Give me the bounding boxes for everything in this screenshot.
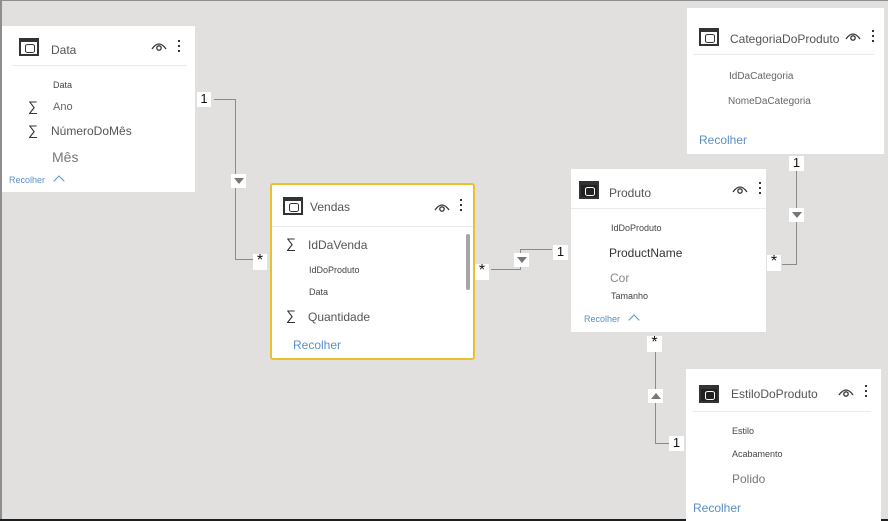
relationship-line[interactable] [214,99,235,100]
filter-direction-arrow[interactable] [514,253,529,267]
card-header[interactable]: CategoriaDoProduto [687,8,884,55]
table-card-produto[interactable]: Produto IdDoProduto ProductName Cor Tama… [571,169,766,332]
card-header[interactable]: EstiloDoProduto [686,369,881,412]
field-item[interactable]: IdDaCategoria [729,71,793,82]
divider [692,411,871,412]
arrow-down-icon [792,212,802,218]
field-item[interactable]: NomeDaCategoria [728,96,811,107]
field-item[interactable]: Data [53,80,72,90]
sigma-icon: ∑ [28,98,38,114]
field-item[interactable]: Cor [610,271,629,285]
table-icon [699,385,719,403]
collapse-button[interactable]: Recolher [9,175,65,187]
eye-icon[interactable] [434,202,450,212]
relationship-line[interactable] [655,443,669,444]
filter-direction-arrow[interactable] [789,208,804,222]
card-title: EstiloDoProduto [731,387,818,401]
filter-direction-arrow[interactable] [648,389,663,403]
field-item[interactable]: Tamanho [611,291,648,301]
arrow-up-icon [651,393,661,399]
card-title: Data [51,43,77,57]
field-item[interactable]: Mês [52,149,78,165]
field-item[interactable]: Estilo [732,426,754,436]
cardinality-many: * [253,253,267,270]
field-item[interactable]: IdDaVenda [308,238,367,252]
cardinality-many: * [475,263,489,280]
field-item[interactable]: IdDoProduto [611,223,662,233]
field-item[interactable]: Data [309,287,328,297]
sigma-icon: ∑ [28,122,38,138]
chevron-up-icon [53,175,65,187]
divider [272,226,473,227]
more-options-icon[interactable] [864,385,868,401]
eye-icon[interactable] [838,387,854,397]
collapse-label: Recolher [9,175,46,185]
card-header[interactable]: Produto [571,169,766,209]
collapse-label: Recolher [584,314,621,324]
cardinality-one: 1 [553,245,568,260]
filter-direction-arrow[interactable] [231,174,246,188]
canvas-border [0,0,888,1]
table-card-data[interactable]: Data Data ∑ Ano ∑ NúmeroDoMês Mês Recolh… [2,26,195,192]
collapse-label: Recolher [293,338,342,352]
cardinality-many: * [647,335,662,352]
arrow-down-icon [517,257,527,263]
table-icon [19,38,39,56]
more-options-icon[interactable] [871,30,875,46]
collapse-button[interactable]: Recolher [584,314,640,326]
eye-icon[interactable] [845,31,861,41]
field-item[interactable]: Polido [732,472,765,486]
table-card-vendas[interactable]: Vendas ∑ IdDaVenda IdDoProduto Data ∑ Qu… [270,183,475,360]
relationship-line[interactable] [235,259,253,260]
field-item[interactable]: IdDoProduto [309,265,360,275]
table-card-categoria-do-produto[interactable]: CategoriaDoProduto IdDaCategoria NomeDaC… [687,8,884,154]
divider [571,208,766,209]
cardinality-one: 1 [197,92,211,107]
collapse-button[interactable]: Recolher [699,133,747,147]
eye-icon[interactable] [151,41,167,51]
more-options-icon[interactable] [758,182,762,198]
table-card-estilo-do-produto[interactable]: EstiloDoProduto Estilo Acabamento Polido… [686,369,881,521]
card-header[interactable]: Data [2,26,195,66]
relationship-line[interactable] [520,249,552,250]
card-title: Vendas [310,200,351,214]
table-icon [579,181,599,199]
collapse-label: Recolher [693,501,742,515]
table-icon [283,197,303,215]
field-item[interactable]: Acabamento [732,449,783,459]
eye-icon[interactable] [732,184,748,194]
more-options-icon[interactable] [459,199,463,215]
card-header[interactable]: Vendas [272,185,473,227]
field-item[interactable]: ProductName [609,246,682,260]
divider [12,65,187,66]
scrollbar[interactable] [466,234,470,290]
table-icon [699,28,719,46]
chevron-up-icon [628,314,640,326]
collapse-label: Recolher [699,133,748,147]
relationship-line[interactable] [491,269,521,270]
sigma-icon: ∑ [286,307,296,323]
cardinality-one: 1 [789,156,804,171]
field-item[interactable]: Ano [53,101,73,113]
collapse-button[interactable]: Recolher [293,338,341,352]
cardinality-one: 1 [669,436,684,451]
more-options-icon[interactable] [177,40,181,56]
relationship-line[interactable] [782,264,797,265]
collapse-button[interactable]: Recolher [693,501,741,515]
field-item[interactable]: Quantidade [308,310,370,324]
cardinality-many: * [767,254,781,271]
arrow-down-icon [234,178,244,184]
card-title: CategoriaDoProduto [730,32,840,46]
divider [693,54,874,55]
card-title: Produto [609,186,652,200]
sigma-icon: ∑ [286,235,296,251]
field-item[interactable]: NúmeroDoMês [51,124,132,138]
